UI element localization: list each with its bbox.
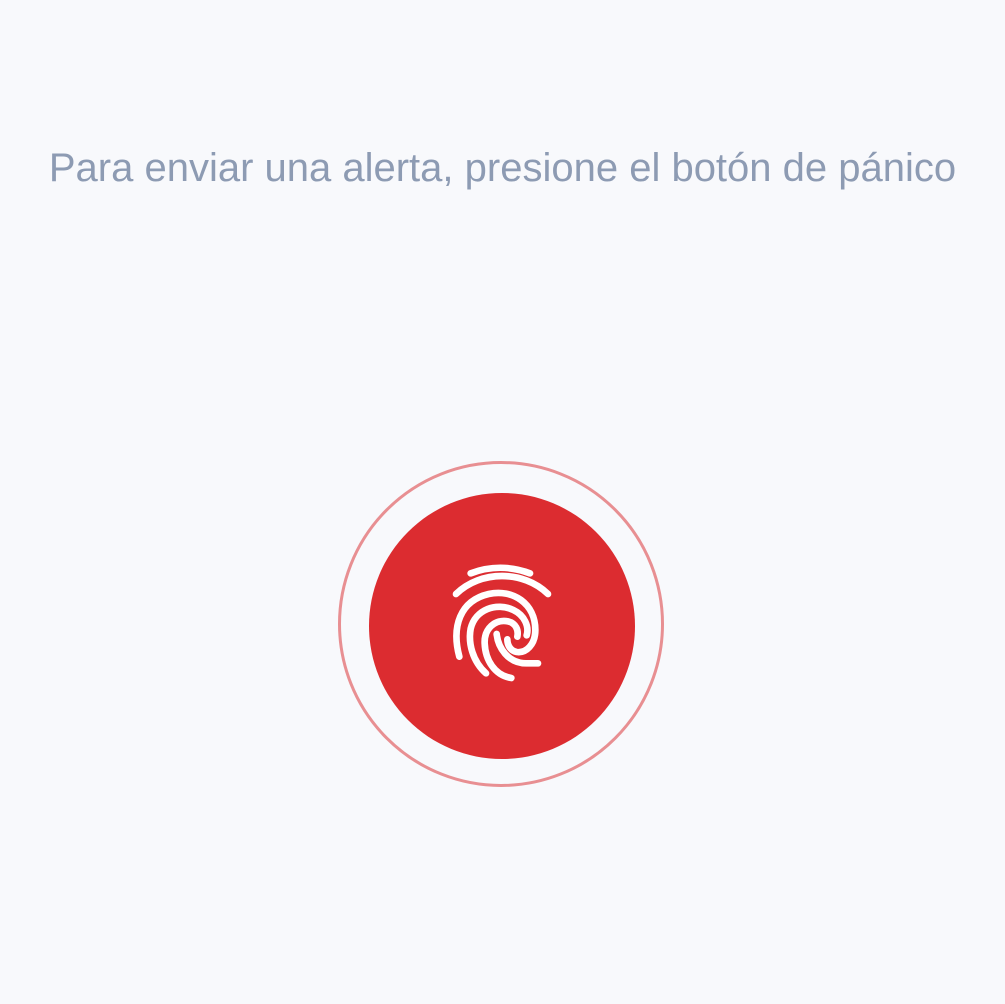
fingerprint-icon — [422, 546, 582, 706]
panic-button[interactable] — [369, 493, 635, 759]
instruction-text: Para enviar una alerta, presione el botó… — [48, 146, 957, 190]
